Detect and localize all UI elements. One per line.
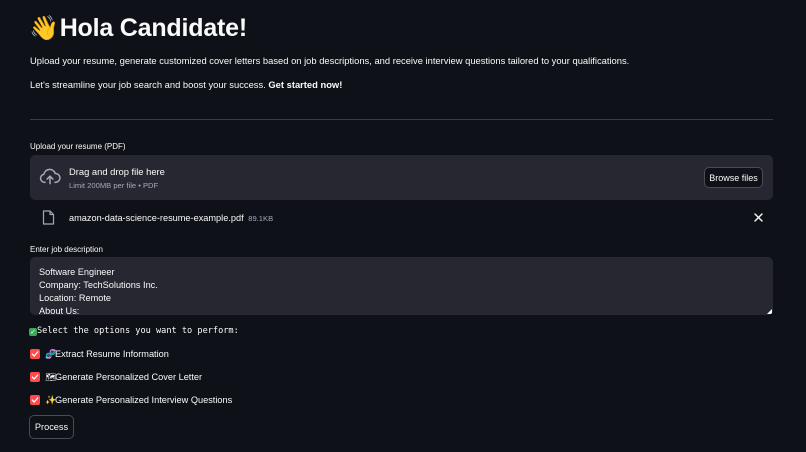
close-icon[interactable] — [753, 212, 764, 223]
intro-paragraph: Upload your resume, generate customized … — [30, 55, 630, 66]
app-page: 👋Hola Candidate! Upload your resume, gen… — [0, 0, 806, 452]
file-dropzone[interactable]: Drag and drop file here Limit 200MB per … — [30, 155, 773, 200]
resize-handle[interactable] — [767, 309, 772, 314]
resume-upload-label: Upload your resume (PDF) — [30, 142, 126, 151]
browse-files-button[interactable]: Browse files — [704, 167, 763, 188]
job-description-textarea[interactable]: Software Engineer Company: TechSolutions… — [30, 257, 773, 315]
check-mark-icon: ✓ — [29, 328, 37, 336]
options-heading: ✓Select the options you want to perform: — [29, 325, 239, 337]
textarea-line: Software Engineer — [39, 267, 115, 277]
job-description-label: Enter job description — [30, 245, 103, 254]
option-label: Generate Personalized Cover Letter — [55, 372, 203, 382]
divider — [30, 119, 773, 120]
dropzone-title: Drag and drop file here — [69, 166, 165, 177]
file-size: 89.1KB — [248, 214, 274, 223]
process-button[interactable]: Process — [29, 415, 74, 439]
checkbox-checked[interactable] — [30, 349, 40, 359]
option-label: Generate Personalized Interview Question… — [55, 395, 233, 405]
options-heading-text: Select the options you want to perform: — [37, 326, 239, 336]
file-icon — [42, 210, 55, 225]
option-label: Extract Resume Information — [55, 349, 169, 359]
file-name-text: amazon-data-science-resume-example.pdf — [69, 213, 244, 223]
dropzone-limit: Limit 200MB per file • PDF — [69, 181, 159, 190]
cta-text: Let's streamline your job search and boo… — [30, 79, 269, 90]
cta-paragraph: Let's streamline your job search and boo… — [30, 78, 342, 92]
textarea-line: Company: TechSolutions Inc. — [39, 280, 158, 290]
waving-hand-icon: 👋 — [29, 15, 59, 42]
cta-bold: Get started now! — [268, 79, 343, 90]
cloud-upload-icon — [39, 168, 61, 185]
textarea-line: Location: Remote — [39, 293, 112, 303]
checkbox-checked[interactable] — [30, 372, 40, 382]
page-title-text: Hola Candidate! — [59, 14, 247, 42]
page-title: 👋Hola Candidate! — [29, 12, 247, 45]
uploaded-file-name: amazon-data-science-resume-example.pdf 8… — [69, 212, 273, 225]
checkbox-checked[interactable] — [30, 395, 40, 405]
uploaded-file-row: amazon-data-science-resume-example.pdf 8… — [30, 207, 773, 229]
textarea-line: About Us: — [39, 306, 80, 315]
